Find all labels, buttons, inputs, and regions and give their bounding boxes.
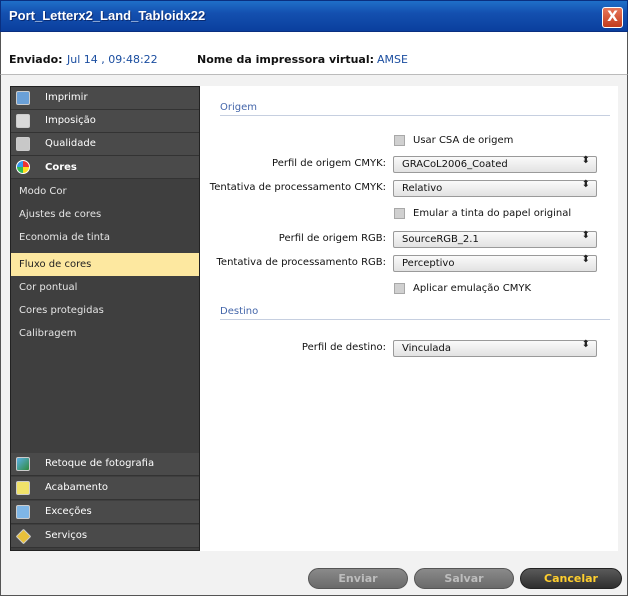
sidebar-item-label: Qualidade [45,138,96,149]
cmyk-rendering-intent-label: Tentativa de processamento CMYK: [209,182,386,193]
virtual-printer-value: AMSE [377,53,408,66]
sidebar-subitem-label: Ajustes de cores [19,209,102,220]
sidebar-item-retoque-de-fotografia[interactable]: Retoque de fotografia [11,453,199,476]
sent-value: Jul 14 , 09:48:22 [67,53,158,66]
sidebar-subitem-modo-cor[interactable]: Modo Cor [11,180,199,203]
rgb-source-profile-select[interactable]: SourceRGB_2.1 ⬍ [393,231,597,248]
finishing-icon [16,481,30,495]
send-button[interactable]: Enviar [308,568,408,589]
apply-cmyk-emulation-label: Aplicar emulação CMYK [413,283,531,294]
sidebar-subitem-fluxo-de-cores[interactable]: Fluxo de cores [11,253,199,276]
sidebar-subitem-label: Modo Cor [19,186,67,197]
sidebar-subitem-calibragem[interactable]: Calibragem [11,322,199,345]
up-down-arrows-icon: ⬍ [581,155,590,166]
sidebar-item-qualidade[interactable]: Qualidade [11,133,199,156]
color-wheel-icon [16,160,30,174]
quality-icon [16,137,30,151]
window-title: Port_Letterx2_Land_Tabloidx22 [9,8,206,23]
sidebar-subitem-label: Cor pontual [19,282,78,293]
sidebar-subitem-label: Cores protegidas [19,305,104,316]
cmyk-rendering-intent-select[interactable]: Relativo ⬍ [393,180,597,197]
job-info-bar: Enviado: Jul 14 , 09:48:22 Nome da impre… [0,32,628,74]
sidebar-subitem-label: Fluxo de cores [19,259,92,270]
origin-divider [220,115,610,116]
select-value: GRACoL2006_Coated [402,159,508,170]
emulate-paper-tint-checkbox[interactable] [394,208,405,219]
exceptions-icon [16,505,30,519]
up-down-arrows-icon: ⬍ [581,230,590,241]
select-value: SourceRGB_2.1 [402,234,479,245]
sidebar: Imprimir Imposição Qualidade Cores Modo … [10,86,200,551]
imposition-icon [16,114,30,128]
apply-cmyk-emulation-checkbox[interactable] [394,283,405,294]
printer-icon [16,91,30,105]
cmyk-source-profile-label: Perfil de origem CMYK: [272,158,386,169]
sidebar-item-label: Exceções [45,506,92,517]
save-button[interactable]: Salvar [414,568,514,589]
destination-profile-select[interactable]: Vinculada ⬍ [393,340,597,357]
up-down-arrows-icon: ⬍ [581,339,590,350]
sidebar-item-label: Imposição [45,115,96,126]
sidebar-subitem-label: Calibragem [19,328,77,339]
sidebar-item-imprimir[interactable]: Imprimir [11,87,199,110]
up-down-arrows-icon: ⬍ [581,179,590,190]
sidebar-item-label: Serviços [45,530,88,541]
sidebar-subitem-ajustes-de-cores[interactable]: Ajustes de cores [11,203,199,226]
services-icon [15,528,32,545]
sidebar-subitem-label: Economia de tinta [19,232,110,243]
select-value: Vinculada [402,343,451,354]
use-source-csa-checkbox[interactable] [394,135,405,146]
sidebar-subitem-economia-de-tinta[interactable]: Economia de tinta [11,226,199,249]
sidebar-item-label: Imprimir [45,92,88,103]
color-flow-panel: Origem Usar CSA de origem Perfil de orig… [200,86,618,551]
rgb-rendering-intent-label: Tentativa de processamento RGB: [216,257,386,268]
use-source-csa-label: Usar CSA de origem [413,135,514,146]
sidebar-item-label: Cores [45,162,77,173]
origin-section-title: Origem [220,102,258,113]
cancel-button[interactable]: Cancelar [520,568,622,589]
select-value: Perceptivo [402,258,455,269]
sidebar-item-cores[interactable]: Cores [11,156,199,179]
close-button[interactable]: X [602,7,623,28]
emulate-paper-tint-label: Emular a tinta do papel original [413,208,572,219]
sidebar-item-imposicao[interactable]: Imposição [11,110,199,133]
sidebar-item-servicos[interactable]: Serviços [11,525,199,548]
sent-label: Enviado: [9,53,63,66]
virtual-printer-label: Nome da impressora virtual: [197,53,375,66]
cmyk-source-profile-select[interactable]: GRACoL2006_Coated ⬍ [393,156,597,173]
rgb-source-profile-label: Perfil de origem RGB: [278,233,386,244]
destination-profile-label: Perfil de destino: [301,342,386,353]
sidebar-item-label: Acabamento [45,482,109,493]
sidebar-subitem-cor-pontual[interactable]: Cor pontual [11,276,199,299]
sidebar-item-label: Retoque de fotografia [45,458,155,469]
destination-section-title: Destino [220,306,259,317]
select-value: Relativo [402,183,443,194]
title-bar: Port_Letterx2_Land_Tabloidx22 X [0,0,628,32]
sidebar-item-excecoes[interactable]: Exceções [11,501,199,524]
sidebar-item-acabamento[interactable]: Acabamento [11,477,199,500]
photo-retouch-icon [16,457,30,471]
destination-divider [220,319,610,320]
rgb-rendering-intent-select[interactable]: Perceptivo ⬍ [393,255,597,272]
sidebar-subitem-cores-protegidas[interactable]: Cores protegidas [11,299,199,322]
up-down-arrows-icon: ⬍ [581,254,590,265]
